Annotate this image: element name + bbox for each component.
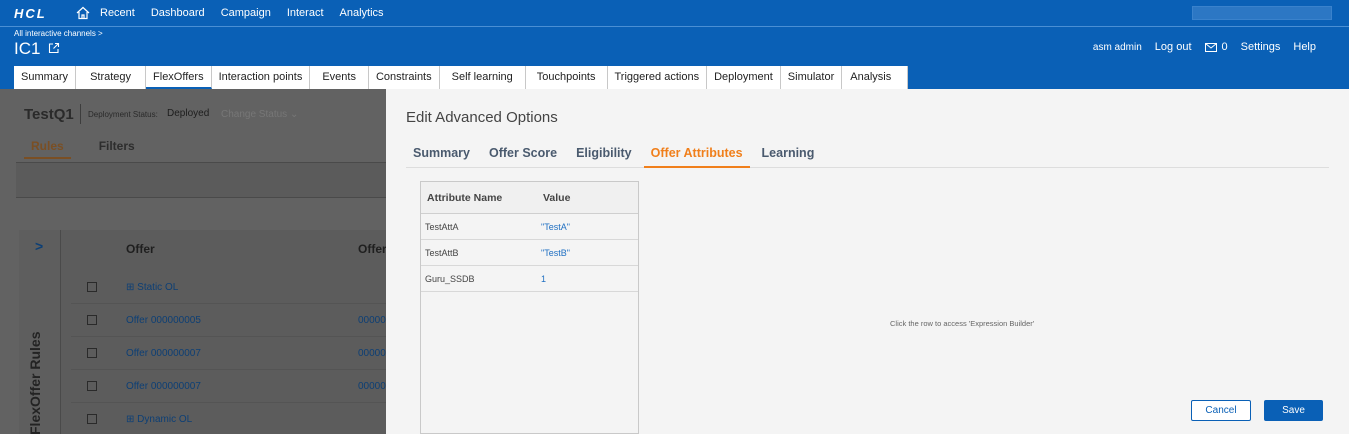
- column-header-value: Value: [543, 192, 571, 204]
- table-row[interactable]: Guru_SSDB 1: [421, 266, 638, 292]
- mail-icon[interactable]: [1204, 42, 1217, 52]
- nav-recent[interactable]: Recent: [100, 7, 135, 19]
- channel-tabs-bar: Summary Strategy FlexOffers Interaction …: [0, 66, 1349, 89]
- hcl-logo[interactable]: HCL: [14, 6, 70, 21]
- change-status-dropdown[interactable]: Change Status ⌄: [221, 109, 298, 120]
- offer-group-title: TestQ1: [24, 106, 74, 123]
- offer-name[interactable]: ⊞ Dynamic OL: [126, 414, 192, 425]
- table-row[interactable]: Offer 000000007 00000: [71, 370, 386, 403]
- logout-link[interactable]: Log out: [1155, 41, 1192, 53]
- offer-code: 00000: [358, 381, 386, 392]
- row-checkbox[interactable]: [87, 282, 97, 292]
- tab-touchpoints[interactable]: Touchpoints: [525, 66, 608, 89]
- offer-code: 00000: [358, 348, 386, 359]
- chevron-down-icon: ⌄: [289, 109, 299, 120]
- attribute-value[interactable]: 1: [541, 274, 546, 284]
- modal-tab-offer-score[interactable]: Offer Score: [482, 146, 564, 168]
- cancel-button[interactable]: Cancel: [1191, 400, 1251, 421]
- table-row[interactable]: TestAttA "TestA": [421, 214, 638, 240]
- offer-name[interactable]: ⊞ Static OL: [126, 282, 178, 293]
- user-name[interactable]: asm admin: [1093, 42, 1142, 53]
- tab-interaction-points[interactable]: Interaction points: [211, 66, 311, 89]
- nav-analytics[interactable]: Analytics: [340, 7, 384, 19]
- title-divider: [80, 104, 81, 124]
- column-header-offer-code: Offer: [358, 242, 386, 256]
- attribute-name: TestAttA: [425, 222, 459, 232]
- modal-tab-eligibility[interactable]: Eligibility: [569, 146, 639, 168]
- breadcrumb[interactable]: All interactive channels >: [14, 29, 103, 38]
- subtab-rules[interactable]: Rules: [24, 139, 71, 159]
- nav-dashboard[interactable]: Dashboard: [151, 7, 205, 19]
- row-checkbox[interactable]: [87, 348, 97, 358]
- expression-builder-hint: Click the row to access 'Expression Buil…: [890, 319, 1035, 328]
- page-header: All interactive channels > IC1 asm admin…: [0, 26, 1349, 66]
- attribute-value[interactable]: "TestB": [541, 248, 570, 258]
- nav-campaign[interactable]: Campaign: [221, 7, 271, 19]
- table-row[interactable]: ⊞ Dynamic OL: [71, 403, 386, 434]
- modal-tabs: Summary Offer Score Eligibility Offer At…: [406, 146, 1329, 168]
- table-row[interactable]: ⊞ Static OL: [71, 271, 386, 304]
- column-header-offer: Offer: [126, 242, 155, 256]
- background-overlay: TestQ1 Deployment Status: Deployed Chang…: [0, 89, 386, 434]
- deployment-status-value: Deployed: [167, 108, 210, 119]
- tab-constraints[interactable]: Constraints: [368, 66, 440, 89]
- offer-list-icon: ⊞: [126, 414, 138, 425]
- rules-toolbar: [16, 162, 386, 198]
- tab-strategy[interactable]: Strategy: [76, 66, 147, 89]
- tab-triggered-actions[interactable]: Triggered actions: [607, 66, 708, 89]
- table-row[interactable]: Offer 000000007 00000: [71, 337, 386, 370]
- offer-code: 00000: [358, 315, 386, 326]
- page-title: IC1: [14, 39, 41, 58]
- tab-events[interactable]: Events: [310, 66, 369, 89]
- tab-flexoffers[interactable]: FlexOffers: [146, 66, 212, 89]
- table-row[interactable]: TestAttB "TestB": [421, 240, 638, 266]
- offer-name[interactable]: Offer 000000007: [126, 348, 201, 359]
- tab-summary[interactable]: Summary: [14, 66, 77, 89]
- modal-tab-offer-attributes[interactable]: Offer Attributes: [643, 146, 750, 168]
- help-link[interactable]: Help: [1293, 41, 1316, 53]
- settings-link[interactable]: Settings: [1241, 41, 1281, 53]
- top-nav-bar: HCL Recent Dashboard Campaign Interact A…: [0, 0, 1349, 26]
- attribute-name: Guru_SSDB: [425, 274, 475, 284]
- flexoffer-rules-label: FlexOffer Rules: [27, 331, 43, 434]
- edit-advanced-options-modal: Edit Advanced Options Summary Offer Scor…: [386, 89, 1349, 434]
- attribute-value[interactable]: "TestA": [541, 222, 570, 232]
- subtab-filters[interactable]: Filters: [92, 139, 142, 159]
- column-header-attribute-name: Attribute Name: [427, 192, 503, 204]
- row-checkbox[interactable]: [87, 414, 97, 424]
- deployment-status-label: Deployment Status:: [88, 110, 158, 119]
- tab-deployment[interactable]: Deployment: [707, 66, 781, 89]
- rules-panel: > FlexOffer Rules Offer Offer ⊞ Static O…: [19, 230, 386, 434]
- chevron-right-icon[interactable]: >: [35, 238, 43, 254]
- home-icon[interactable]: [76, 6, 90, 20]
- table-header: Attribute Name Value: [421, 182, 638, 214]
- modal-title: Edit Advanced Options: [406, 109, 558, 126]
- table-row[interactable]: Offer 000000005 00000: [71, 304, 386, 337]
- tab-analysis[interactable]: Analysis: [842, 66, 909, 89]
- tab-self-learning[interactable]: Self learning: [439, 66, 526, 89]
- attribute-name: TestAttB: [425, 248, 459, 258]
- external-link-icon[interactable]: [48, 42, 60, 54]
- modal-tab-learning[interactable]: Learning: [755, 146, 822, 168]
- nav-interact[interactable]: Interact: [287, 7, 324, 19]
- save-button[interactable]: Save: [1264, 400, 1323, 421]
- offer-list-icon: ⊞: [126, 282, 138, 293]
- row-checkbox[interactable]: [87, 315, 97, 325]
- tab-simulator[interactable]: Simulator: [780, 66, 843, 89]
- offer-name[interactable]: Offer 000000007: [126, 381, 201, 392]
- rules-side-panel: > FlexOffer Rules: [19, 230, 61, 434]
- change-status-label: Change Status: [221, 109, 288, 120]
- modal-tab-summary[interactable]: Summary: [406, 146, 477, 168]
- global-search-input[interactable]: [1192, 6, 1332, 20]
- mail-count[interactable]: 0: [1222, 41, 1228, 53]
- offer-name[interactable]: Offer 000000005: [126, 315, 201, 326]
- row-checkbox[interactable]: [87, 381, 97, 391]
- offer-attributes-table: Attribute Name Value TestAttA "TestA" Te…: [420, 181, 639, 434]
